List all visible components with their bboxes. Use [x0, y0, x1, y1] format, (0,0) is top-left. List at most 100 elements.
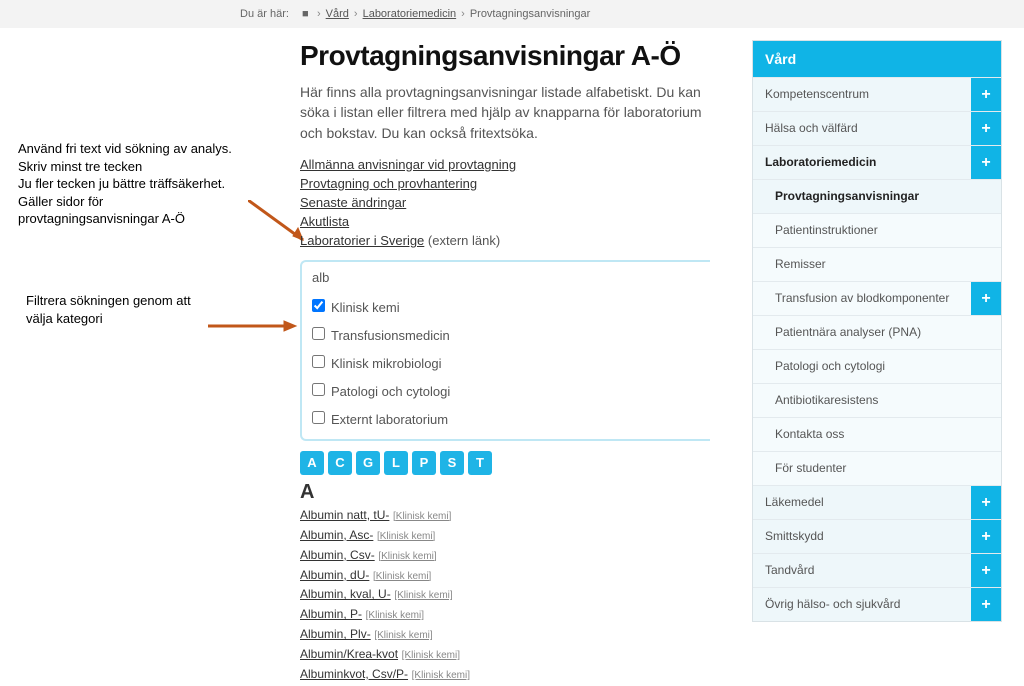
sidebar-item[interactable]: Kompetenscentrum+: [753, 77, 1001, 111]
expand-icon[interactable]: +: [971, 486, 1001, 519]
expand-icon: +: [971, 316, 1001, 349]
expand-icon[interactable]: +: [971, 112, 1001, 145]
sidebar-subitem[interactable]: Remisser+: [753, 247, 1001, 281]
link-provtagning[interactable]: Provtagning och provhantering: [300, 176, 477, 191]
result-category: [Klinisk kemi]: [373, 571, 431, 582]
sidebar-item[interactable]: Hälsa och välfärd+: [753, 111, 1001, 145]
expand-icon[interactable]: +: [971, 146, 1001, 179]
expand-icon[interactable]: +: [971, 78, 1001, 111]
filter-checkbox[interactable]: Patologi och cytologi: [312, 377, 710, 405]
filter-checkbox-input[interactable]: [312, 411, 325, 424]
sidebar-subitem[interactable]: Provtagningsanvisningar+: [753, 179, 1001, 213]
result-link[interactable]: Albumin natt, tU-: [300, 508, 389, 522]
sidebar-item-label: Patientnära analyser (PNA): [775, 325, 971, 341]
expand-icon: +: [971, 384, 1001, 417]
breadcrumb-link-vard[interactable]: Vård: [326, 8, 349, 20]
result-link[interactable]: Albumin, P-: [300, 607, 362, 621]
result-category: [Klinisk kemi]: [378, 551, 436, 562]
filter-checkbox-input[interactable]: [312, 355, 325, 368]
sidebar-subitem[interactable]: Patologi och cytologi+: [753, 349, 1001, 383]
expand-icon[interactable]: +: [971, 282, 1001, 315]
page-title: Provtagningsanvisningar A-Ö: [300, 40, 710, 72]
breadcrumb-link-labmed[interactable]: Laboratoriemedicin: [363, 8, 457, 20]
link-akutlista[interactable]: Akutlista: [300, 214, 349, 229]
main-column: Provtagningsanvisningar A-Ö Här finns al…: [300, 40, 710, 686]
sidebar-item[interactable]: Tandvård+: [753, 553, 1001, 587]
sidebar-header[interactable]: Vård: [753, 41, 1001, 77]
filter-checkbox[interactable]: Klinisk mikrobiologi: [312, 349, 710, 377]
sidebar-subitem[interactable]: Antibiotikaresistens+: [753, 383, 1001, 417]
link-senaste[interactable]: Senaste ändringar: [300, 195, 406, 210]
result-category: [Klinisk kemi]: [394, 590, 452, 601]
letter-filter-button[interactable]: C: [328, 451, 352, 475]
letter-filter-button[interactable]: A: [300, 451, 324, 475]
letter-filter-button[interactable]: G: [356, 451, 380, 475]
sidebar-item-label: Transfusion av blodkomponenter: [775, 291, 971, 307]
external-suffix: (extern länk): [428, 233, 500, 248]
annotation-search-help: Använd fri text vid sökning av analys. S…: [18, 140, 286, 228]
result-link[interactable]: Albumin, Asc-: [300, 528, 373, 542]
letter-filter-button[interactable]: T: [468, 451, 492, 475]
sidebar-item-label: Remisser: [775, 257, 971, 273]
link-allmanna[interactable]: Allmänna anvisningar vid provtagning: [300, 157, 516, 172]
filter-checkbox-input[interactable]: [312, 299, 325, 312]
result-link[interactable]: Albumin, Plv-: [300, 627, 371, 641]
result-row: Albuminkvot, Csv/P- [Klinisk kemi]: [300, 666, 710, 683]
sidebar-item-label: Patologi och cytologi: [775, 359, 971, 375]
filter-checkbox-label: Klinisk mikrobiologi: [331, 356, 442, 371]
expand-icon: +: [971, 418, 1001, 451]
sidebar-subitem[interactable]: Transfusion av blodkomponenter+: [753, 281, 1001, 315]
result-category: [Klinisk kemi]: [393, 511, 451, 522]
sidebar-item-label: Antibiotikaresistens: [775, 393, 971, 409]
expand-icon: +: [971, 452, 1001, 485]
breadcrumb-prefix: Du är här:: [240, 8, 289, 20]
sidebar-item[interactable]: Läkemedel+: [753, 485, 1001, 519]
sidebar-subitem[interactable]: Patientnära analyser (PNA)+: [753, 315, 1001, 349]
result-link[interactable]: Albumin/Krea-kvot: [300, 647, 398, 661]
expand-icon: +: [971, 180, 1001, 213]
results-group-heading: A: [300, 481, 710, 504]
sidebar-item-label: Övrig hälso- och sjukvård: [765, 597, 971, 613]
annotation-filter-help: Filtrera sökningen genom att välja kateg…: [26, 292, 286, 327]
letter-filter-button[interactable]: S: [440, 451, 464, 475]
letter-filter-button[interactable]: L: [384, 451, 408, 475]
filter-checkbox-label: Externt laboratorium: [331, 412, 448, 427]
filter-checkbox-input[interactable]: [312, 327, 325, 340]
result-link[interactable]: Albumin, kval, U-: [300, 587, 391, 601]
result-row: Albumin, Csv- [Klinisk kemi]: [300, 547, 710, 564]
expand-icon[interactable]: +: [971, 588, 1001, 621]
sidebar-item-label: Kompetenscentrum: [765, 87, 971, 103]
result-link[interactable]: Albuminkvot, Csv/P-: [300, 667, 408, 681]
result-category: [Klinisk kemi]: [377, 531, 435, 542]
result-link[interactable]: Albumin, dU-: [300, 568, 369, 582]
result-row: Albumin, Plv- [Klinisk kemi]: [300, 626, 710, 643]
link-laboratorier[interactable]: Laboratorier i Sverige: [300, 233, 424, 248]
letter-filter-button[interactable]: P: [412, 451, 436, 475]
expand-icon: +: [971, 248, 1001, 281]
filter-checkbox-input[interactable]: [312, 383, 325, 396]
sidebar-subitem[interactable]: Patientinstruktioner+: [753, 213, 1001, 247]
sidebar-item[interactable]: Laboratoriemedicin+: [753, 145, 1001, 179]
filter-checkbox[interactable]: Klinisk kemi: [312, 293, 710, 321]
result-category: [Klinisk kemi]: [402, 650, 460, 661]
sidebar-subitem[interactable]: Kontakta oss+: [753, 417, 1001, 451]
filter-checkbox[interactable]: Transfusionsmedicin: [312, 321, 710, 349]
filter-checkbox-label: Patologi och cytologi: [331, 384, 450, 399]
breadcrumb-current: Provtagningsanvisningar: [470, 8, 590, 20]
result-category: [Klinisk kemi]: [374, 630, 432, 641]
sidebar-item-label: Läkemedel: [765, 495, 971, 511]
sidebar-subitem[interactable]: För studenter+: [753, 451, 1001, 485]
page-intro: Här finns alla provtagningsanvisningar l…: [300, 82, 710, 143]
sidebar-item[interactable]: Övrig hälso- och sjukvård+: [753, 587, 1001, 621]
breadcrumb: Du är här: ■ › Vård › Laboratoriemedicin…: [0, 0, 1024, 28]
result-category: [Klinisk kemi]: [366, 610, 424, 621]
expand-icon[interactable]: +: [971, 520, 1001, 553]
expand-icon: +: [971, 350, 1001, 383]
search-input[interactable]: alb: [312, 268, 710, 293]
filter-checkbox[interactable]: Externt laboratorium: [312, 405, 710, 433]
result-link[interactable]: Albumin, Csv-: [300, 548, 375, 562]
sidebar-item[interactable]: Smittskydd+: [753, 519, 1001, 553]
sidebar-item-label: Hälsa och välfärd: [765, 121, 971, 137]
expand-icon[interactable]: +: [971, 554, 1001, 587]
home-icon[interactable]: ■: [302, 8, 312, 20]
